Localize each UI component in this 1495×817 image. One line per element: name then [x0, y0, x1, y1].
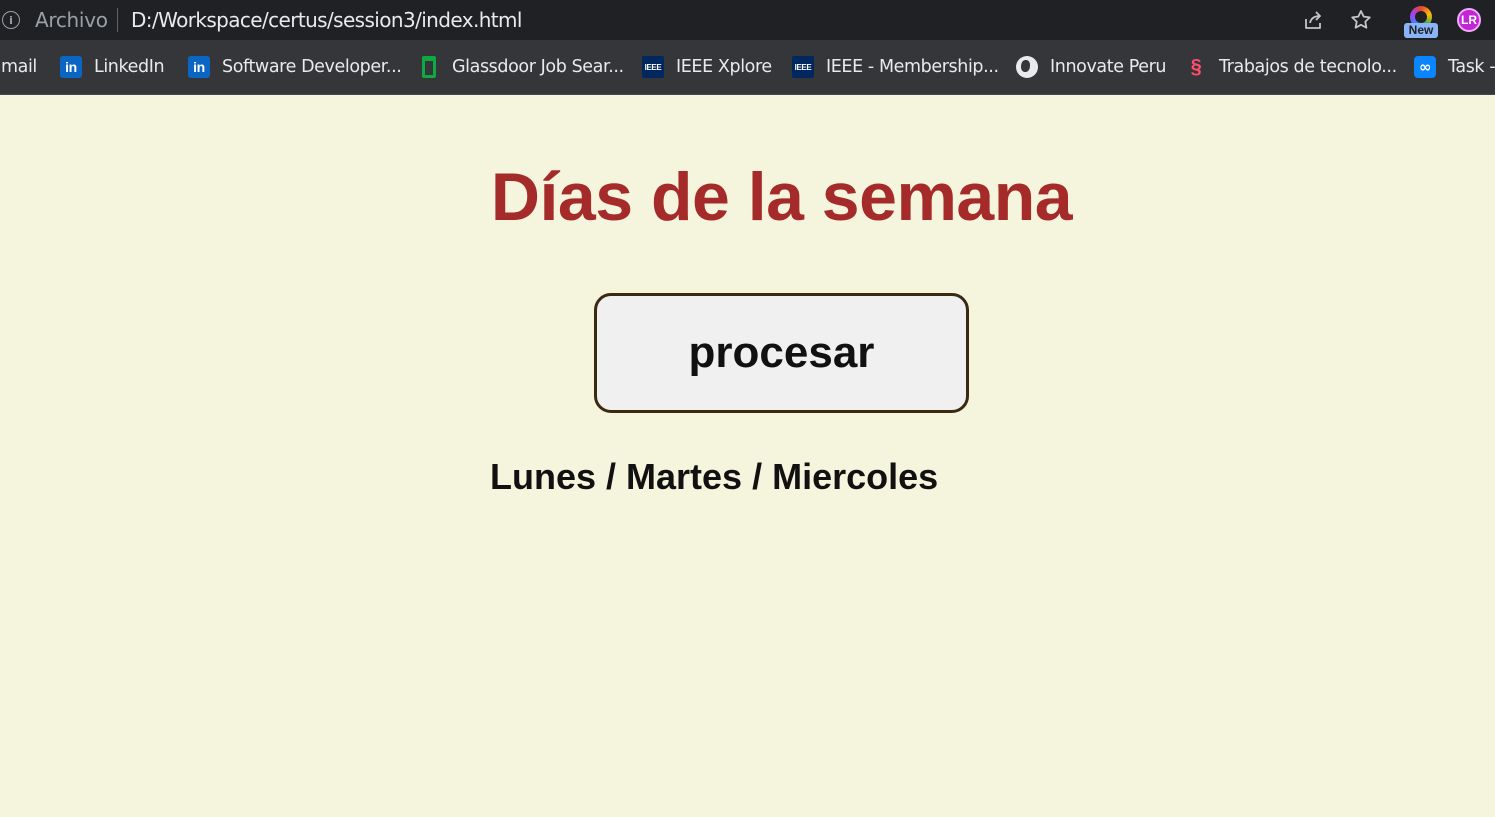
- bookmarks-bar: mail in LinkedIn in Software Developer..…: [0, 40, 1495, 95]
- bookmark-label: LinkedIn: [94, 57, 165, 77]
- bookmark-label: IEEE - Membership...: [826, 57, 999, 77]
- site-info-icon[interactable]: i: [2, 11, 20, 29]
- scheme-label: Archivo: [35, 8, 108, 32]
- ieee-icon: IEEE: [792, 56, 814, 78]
- url-text[interactable]: D:/Workspace/certus/session3/index.html: [131, 8, 522, 32]
- linkedin-icon: in: [188, 56, 210, 78]
- bookmark-label: mail: [1, 57, 37, 77]
- bookmark-software-developer[interactable]: in Software Developer...: [188, 54, 402, 80]
- result-text: Lunes / Martes / Miercoles: [490, 456, 939, 497]
- bookmark-label: Software Developer...: [222, 57, 402, 77]
- browser-address-bar: i Archivo D:/Workspace/certus/session3/i…: [0, 0, 1495, 40]
- extension-new-badge: New: [1404, 23, 1438, 38]
- bookmark-mail[interactable]: mail: [1, 54, 37, 80]
- profile-avatar[interactable]: LR: [1457, 8, 1481, 32]
- share-icon[interactable]: [1299, 6, 1327, 34]
- omnibox[interactable]: i Archivo D:/Workspace/certus/session3/i…: [0, 0, 1388, 40]
- trabajos-icon: §: [1190, 55, 1202, 78]
- ieee-icon: IEEE: [642, 56, 664, 78]
- bookmark-glassdoor[interactable]: Glassdoor Job Sear...: [418, 54, 624, 80]
- procesar-button[interactable]: procesar: [594, 293, 969, 413]
- bookmark-linkedin[interactable]: in LinkedIn: [60, 54, 165, 80]
- bookmark-innovate-peru[interactable]: Innovate Peru: [1016, 54, 1167, 80]
- glassdoor-icon: [422, 56, 436, 78]
- bookmark-label: Innovate Peru: [1050, 57, 1167, 77]
- bookmark-ieee-xplore[interactable]: IEEE IEEE Xplore: [642, 54, 772, 80]
- extension-icon[interactable]: New: [1404, 4, 1438, 38]
- bookmark-trabajos[interactable]: § Trabajos de tecnolo...: [1185, 54, 1398, 80]
- bookmark-label: Glassdoor Job Sear...: [452, 57, 624, 77]
- bookmark-task[interactable]: ∞ Task -: [1414, 54, 1495, 80]
- globe-icon: [1016, 56, 1038, 78]
- page-title: Días de la semana: [490, 159, 1073, 235]
- linkedin-icon: in: [60, 56, 82, 78]
- task-infinity-icon: ∞: [1414, 56, 1436, 78]
- bookmark-label: IEEE Xplore: [676, 57, 772, 77]
- bookmark-label: Trabajos de tecnolo...: [1219, 57, 1397, 77]
- scheme-divider: [117, 8, 118, 32]
- bookmark-star-icon[interactable]: [1347, 6, 1375, 34]
- bookmark-ieee-membership[interactable]: IEEE IEEE - Membership...: [792, 54, 999, 80]
- bookmark-label: Task -: [1448, 57, 1495, 77]
